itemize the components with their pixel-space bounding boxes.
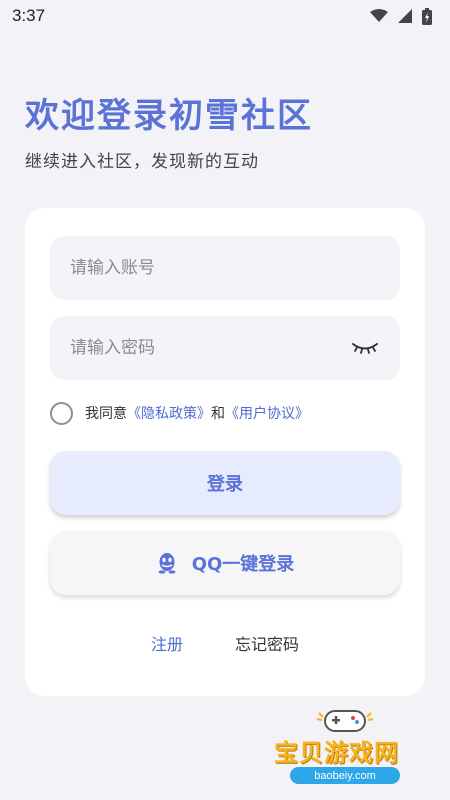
watermark-logo: 宝贝游戏网 baobeiy.com (270, 705, 440, 795)
login-button[interactable]: 登录 (50, 451, 400, 515)
battery-icon (422, 7, 432, 25)
password-visibility-toggle[interactable] (350, 338, 380, 358)
status-time: 3:37 (12, 6, 46, 25)
agreement-row: 我同意 《隐私政策》 和 《用户协议》 (50, 401, 309, 425)
privacy-policy-link[interactable]: 《隐私政策》 (127, 403, 211, 423)
status-icons (370, 7, 432, 25)
user-agreement-link[interactable]: 《用户协议》 (225, 403, 309, 423)
bottom-links: 注册 忘记密码 (25, 631, 425, 655)
agreement-prefix: 我同意 (85, 406, 127, 422)
gamepad-icon (316, 710, 374, 732)
account-input[interactable] (70, 258, 380, 278)
password-input[interactable] (70, 338, 350, 358)
qq-icon (156, 552, 178, 574)
password-field[interactable] (50, 316, 400, 380)
signal-icon (398, 9, 412, 23)
page-subtitle: 继续进入社区，发现新的互动 (25, 152, 259, 172)
page-title: 欢迎登录初雪社区 (25, 96, 313, 136)
agreement-checkbox[interactable] (50, 401, 73, 425)
register-link[interactable]: 注册 (151, 631, 183, 655)
agreement-conjunction: 和 (211, 406, 225, 422)
account-field[interactable] (50, 236, 400, 300)
login-card: 我同意 《隐私政策》 和 《用户协议》 登录 QQ一键登录 注册 忘记密码 (25, 208, 425, 696)
qq-login-label: QQ一键登录 (191, 554, 295, 575)
status-bar: 3:37 (0, 0, 450, 32)
eye-closed-icon (352, 343, 378, 354)
forgot-password-link[interactable]: 忘记密码 (235, 631, 299, 655)
qq-login-button[interactable]: QQ一键登录 (50, 531, 400, 595)
watermark-url: baobeiy.com (290, 767, 400, 784)
wifi-icon (370, 9, 388, 22)
watermark-name: 宝贝游戏网 (274, 739, 399, 767)
